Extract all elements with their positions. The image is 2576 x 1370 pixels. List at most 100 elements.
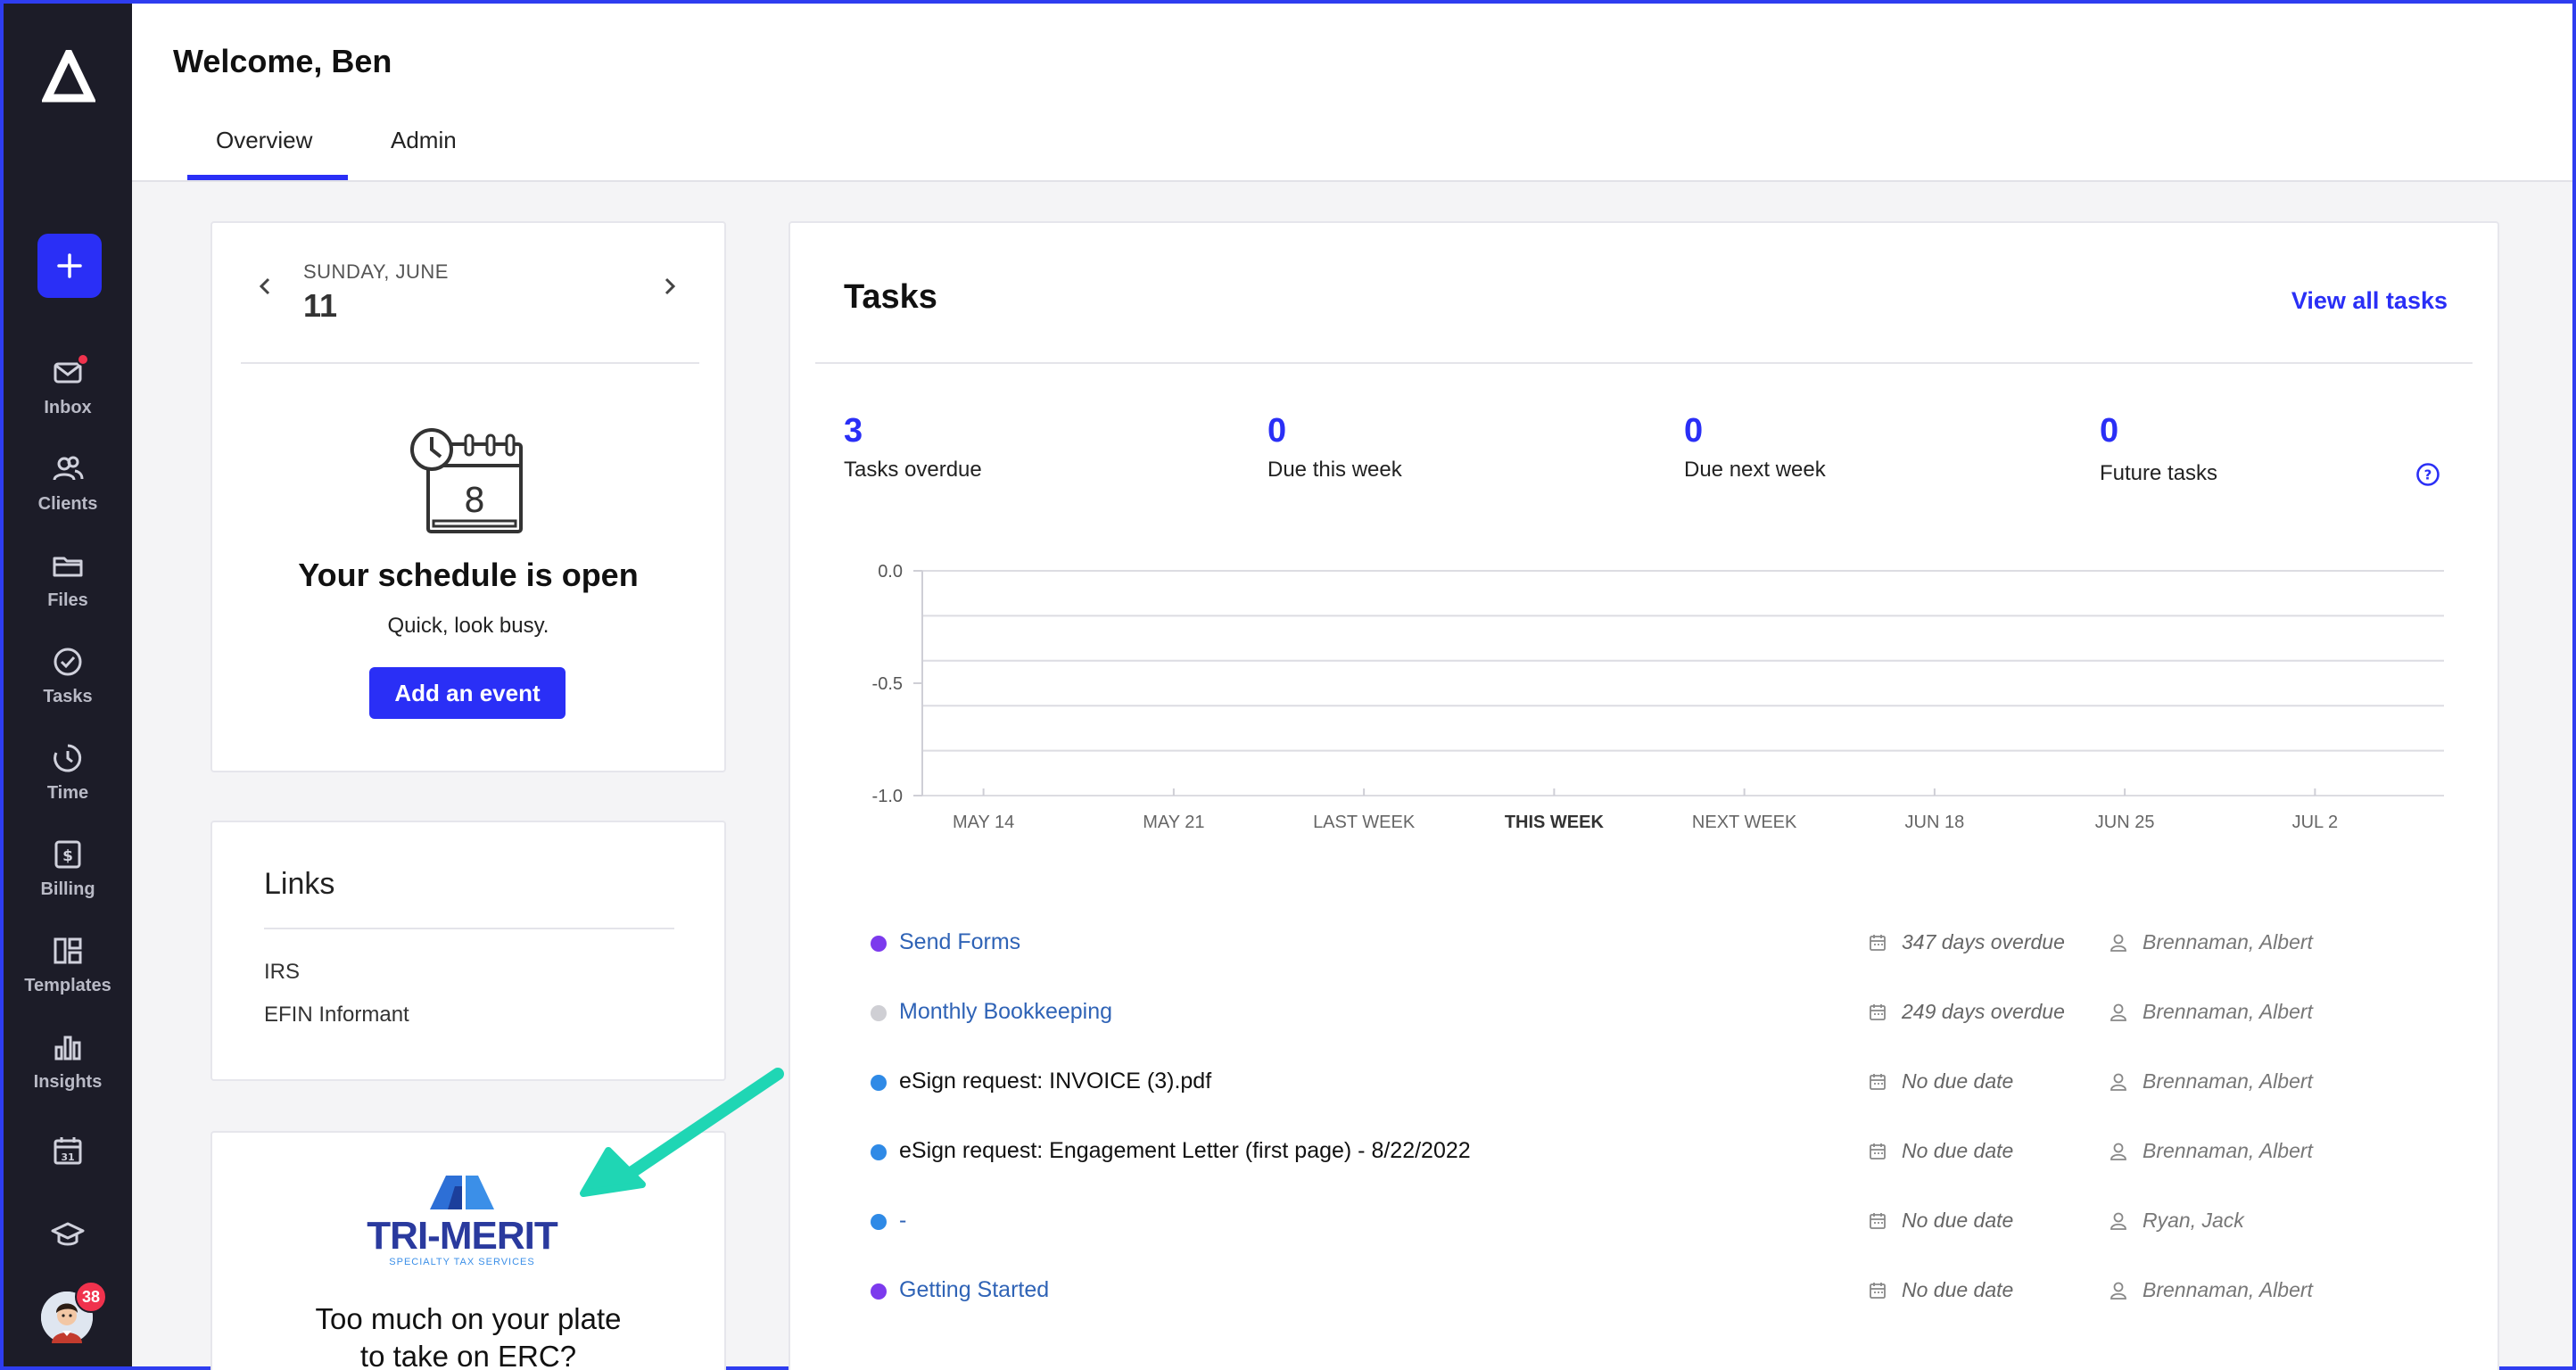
sidebar-item-templates[interactable]: Templates [4, 933, 132, 1013]
folder-icon [53, 557, 83, 577]
notification-count-badge: 38 [75, 1281, 107, 1313]
user-icon [2110, 1143, 2126, 1160]
calendar-icon [1870, 1143, 1886, 1160]
stat-label: Tasks overdue [844, 458, 982, 482]
task-row[interactable]: Getting Started No due date Brennaman, Alb… [790, 1274, 2494, 1309]
stat-value: 0 [1684, 412, 1704, 450]
task-assignee: Ryan, Jack [2143, 1209, 2244, 1232]
chart-x-tick-label: THIS WEEK [1505, 813, 1605, 832]
sidebar-item-files[interactable]: Files [4, 548, 132, 628]
add-event-button[interactable]: Add an event [369, 667, 566, 719]
links-title: Links [264, 867, 335, 901]
task-assignee: Brennaman, Albert [2143, 1278, 2313, 1301]
clients-icon [53, 456, 84, 481]
trimerit-logo: TRI-MERIT SPECIALTY TAX SERVICES [367, 1176, 559, 1267]
task-status-dot [871, 936, 887, 952]
chevron-left-icon[interactable] [252, 273, 278, 300]
task-status-dot [871, 1283, 887, 1300]
task-status-dot [871, 1144, 887, 1160]
promo-text: Too much on your plate to take on ERC? [212, 1300, 724, 1370]
promo-text-line-1: Too much on your plate [315, 1302, 622, 1335]
calendar-icon: 31 [54, 1137, 82, 1165]
page-header: Welcome, Ben Overview Admin [132, 4, 2572, 182]
sidebar-item-time[interactable]: Time [4, 740, 132, 821]
task-due-date: No due date [1902, 1069, 2014, 1093]
link-efin-informant[interactable]: EFIN Informant [264, 1003, 409, 1028]
stat-due-this-week[interactable]: 0 Due this week [1267, 412, 1402, 483]
link-irs[interactable]: IRS [264, 960, 300, 985]
sidebar: Inbox Clients Files Tasks Time $ Billing… [4, 4, 132, 1366]
task-assignee: Brennaman, Albert [2143, 1069, 2313, 1093]
graduation-cap-icon [51, 1222, 85, 1246]
user-icon [2110, 1282, 2126, 1300]
task-row[interactable]: eSign request: Engagement Letter (first … [790, 1135, 2494, 1170]
promo-text-line-2: to take on ERC? [359, 1340, 577, 1370]
avatar[interactable]: 38 [41, 1281, 107, 1343]
task-row[interactable]: Monthly Bookkeeping 249 days overdue Brenn… [790, 995, 2494, 1031]
links-card: Links IRS EFIN Informant [211, 821, 726, 1081]
calendar-icon [1870, 935, 1886, 951]
sidebar-item-label: Inbox [44, 398, 92, 417]
sidebar-item-academy[interactable] [4, 1217, 132, 1297]
tab-overview[interactable]: Overview [216, 127, 312, 154]
task-name[interactable]: Send Forms [899, 929, 1020, 955]
chart-x-tick-label: MAY 21 [1143, 813, 1204, 832]
sidebar-item-tasks[interactable]: Tasks [4, 644, 132, 724]
sidebar-item-billing[interactable]: $ Billing [4, 837, 132, 917]
user-icon [2110, 1212, 2126, 1230]
schedule-card: SUNDAY, JUNE 11 8 Your schedule is open … [211, 221, 726, 772]
stat-tasks-overdue[interactable]: 3 Tasks overdue [844, 412, 982, 483]
tab-admin[interactable]: Admin [391, 127, 457, 154]
billing-icon: $ [54, 840, 81, 869]
calendar-icon-date: 8 [464, 481, 485, 520]
sidebar-item-label: Clients [37, 494, 98, 514]
stat-due-next-week[interactable]: 0 Due next week [1684, 412, 1826, 483]
calendar-clock-icon: 8 [410, 428, 523, 533]
schedule-subtext: Quick, look busy. [387, 614, 549, 638]
chart-y-tick-label: -0.5 [872, 674, 903, 694]
task-row[interactable]: eSign request: INVOICE (3).pdf No due dat… [790, 1065, 2494, 1101]
annotation-arrow-icon [580, 1068, 784, 1197]
plus-icon [57, 253, 82, 278]
task-name[interactable]: Monthly Bookkeeping [899, 999, 1112, 1025]
add-new-button[interactable] [37, 234, 102, 298]
calendar-icon [1870, 1213, 1886, 1229]
chevron-right-icon[interactable] [656, 273, 683, 300]
user-icon [2110, 1073, 2126, 1091]
stat-value: 0 [1267, 412, 1287, 450]
task-assignee: Brennaman, Albert [2143, 1000, 2313, 1023]
active-tab-indicator [187, 175, 348, 180]
calendar-icon [1870, 1004, 1886, 1020]
templates-icon [54, 937, 82, 964]
task-name[interactable]: Getting Started [899, 1277, 1049, 1303]
stat-value: 3 [844, 412, 863, 450]
task-row[interactable]: - No due date Ryan, Jack [790, 1204, 2494, 1240]
stat-label: Future tasks [2100, 461, 2218, 485]
sidebar-item-label: Billing [40, 879, 95, 899]
task-due-date: 249 days overdue [1902, 1000, 2065, 1023]
sidebar-item-inbox[interactable]: Inbox [4, 353, 132, 435]
calendar-day: 11 [303, 287, 338, 324]
task-name[interactable]: eSign request: INVOICE (3).pdf [899, 1069, 1211, 1094]
chart-x-tick-label: NEXT WEEK [1692, 813, 1797, 832]
task-due-date: No due date [1902, 1139, 2014, 1162]
sidebar-item-clients[interactable]: Clients [4, 451, 132, 532]
task-row[interactable]: Send Forms 347 days overdue Brennaman, Alb… [790, 926, 2494, 961]
user-icon [2110, 1003, 2126, 1021]
sidebar-item-insights[interactable]: Insights [4, 1029, 132, 1110]
help-icon[interactable]: ? [2415, 462, 2440, 487]
chart-x-tick-label: JUN 18 [1905, 813, 1965, 832]
divider [241, 362, 699, 364]
app-logo-icon[interactable] [42, 50, 95, 103]
calendar-icon [1870, 1074, 1886, 1090]
view-all-tasks-link[interactable]: View all tasks [2291, 287, 2448, 315]
schedule-heading: Your schedule is open [298, 557, 639, 593]
task-assignee: Brennaman, Albert [2143, 930, 2313, 953]
sidebar-item-calendar[interactable]: 31 [4, 1133, 132, 1213]
task-name[interactable]: - [899, 1208, 906, 1234]
sidebar-item-label: Time [46, 783, 89, 803]
task-status-dot [871, 1005, 887, 1021]
task-name[interactable]: eSign request: Engagement Letter (first … [899, 1138, 1471, 1164]
task-status-dot [871, 1214, 887, 1230]
stat-future-tasks[interactable]: 0 Future tasks [2100, 412, 2217, 486]
